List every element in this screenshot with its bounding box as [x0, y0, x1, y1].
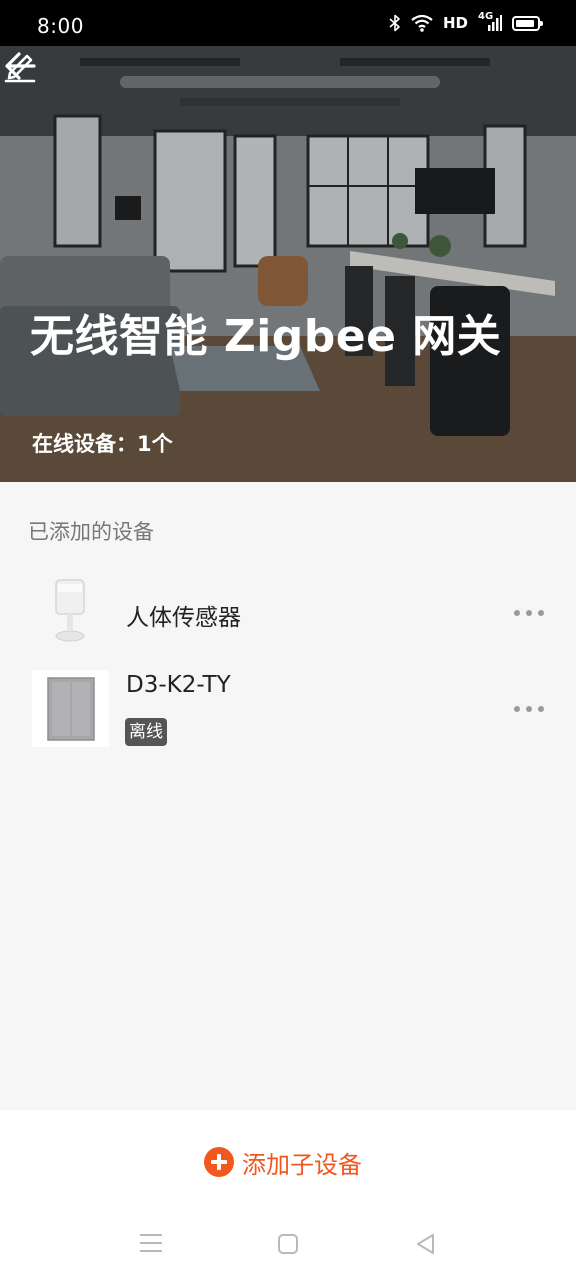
hd-indicator: HD	[442, 14, 468, 32]
plus-circle-icon	[204, 1147, 234, 1177]
online-devices-count: 在线设备：1个	[32, 432, 173, 456]
device-row-motion-sensor[interactable]: 人体传感器	[0, 574, 576, 654]
more-options-icon[interactable]	[514, 608, 544, 618]
page-title: 无线智能 Zigbee 网关	[30, 311, 502, 362]
section-label: 已添加的设备	[28, 520, 154, 544]
wall-switch-icon	[47, 677, 95, 741]
edit-pencil-icon[interactable]	[0, 46, 40, 86]
device-name: D3-K2-TY	[126, 672, 231, 698]
home-square-icon[interactable]	[278, 1234, 298, 1254]
back-triangle-icon[interactable]	[414, 1232, 436, 1256]
device-name: 人体传感器	[126, 605, 241, 631]
offline-status-badge: 离线	[125, 718, 167, 746]
menu-icon[interactable]	[140, 1234, 162, 1252]
status-bar: 8:00 HD 4G	[0, 0, 576, 46]
battery-icon	[512, 15, 543, 31]
bluetooth-icon	[389, 14, 400, 32]
system-nav-bar	[0, 1220, 576, 1280]
wifi-icon	[411, 14, 433, 32]
status-time: 8:00	[37, 14, 84, 38]
more-options-icon[interactable]	[514, 704, 544, 714]
signal-icon: 4G	[478, 11, 502, 32]
device-thumbnail	[32, 574, 109, 651]
hero-header: 无线智能 Zigbee 网关 在线设备：1个	[0, 46, 576, 482]
add-subdevice-label: 添加子设备	[242, 1150, 362, 1179]
device-thumbnail	[32, 670, 109, 747]
hero-overlay	[0, 46, 576, 482]
status-icons: HD 4G	[389, 11, 543, 32]
motion-sensor-icon	[55, 579, 85, 642]
add-subdevice-button[interactable]: 添加子设备	[204, 1142, 362, 1182]
device-row-d3-k2-ty[interactable]: D3-K2-TY	[0, 670, 576, 750]
